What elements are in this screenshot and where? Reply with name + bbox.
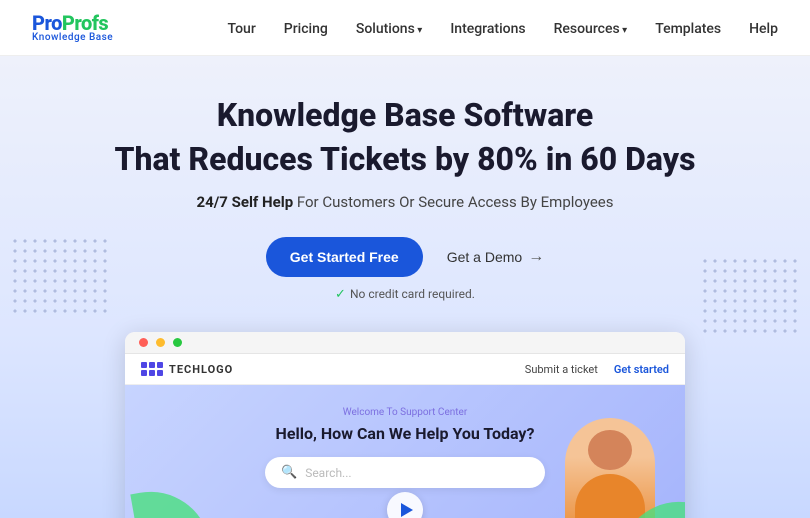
play-icon: [401, 503, 413, 517]
nav-item-tour[interactable]: Tour: [228, 18, 256, 37]
nav-link-templates[interactable]: Templates: [655, 21, 721, 37]
dots-decoration-right: [700, 256, 800, 336]
logo-text: ProProfs: [32, 13, 113, 33]
cta-row: Get Started Free Get a Demo →: [20, 237, 790, 277]
person-body: [575, 474, 645, 518]
no-cc-notice: ✓ No credit card required.: [20, 287, 790, 302]
kb-search-icon: 🔍: [281, 465, 297, 480]
kb-logo-dot: [149, 370, 155, 376]
hero-subtext-bold: 24/7 Self Help: [197, 193, 294, 211]
arrow-icon: →: [528, 248, 544, 266]
hero-headline-2: That Reduces Tickets by 80% in 60 Days: [20, 140, 790, 178]
nav-link-pricing[interactable]: Pricing: [284, 21, 328, 37]
nav-link-tour[interactable]: Tour: [228, 21, 256, 37]
nav-links: Tour Pricing Solutions Integrations Reso…: [228, 18, 778, 37]
nav-item-help[interactable]: Help: [749, 18, 778, 37]
nav-item-solutions[interactable]: Solutions: [356, 18, 422, 37]
person-figure: [565, 418, 655, 518]
leaf-decoration-left: [130, 482, 209, 518]
kb-header: TECHLOGO Submit a ticket Get started: [125, 354, 685, 385]
browser-bar: [125, 332, 685, 354]
logo-sub: Knowledge Base: [32, 33, 113, 43]
demo-label: Get a Demo: [447, 249, 522, 265]
browser-dot-yellow: [156, 338, 165, 347]
dots-decoration-left: [10, 236, 110, 316]
kb-welcome-text: Welcome To Support Center: [343, 407, 467, 418]
nav-link-solutions[interactable]: Solutions: [356, 21, 422, 37]
check-icon: ✓: [335, 287, 346, 302]
kb-search-bar[interactable]: 🔍 Search...: [265, 457, 545, 488]
hero-section: Knowledge Base Software That Reduces Tic…: [0, 56, 810, 518]
browser-mockup: TECHLOGO Submit a ticket Get started Wel…: [125, 332, 685, 518]
kb-logo-area: TECHLOGO: [141, 362, 233, 376]
kb-search-placeholder: Search...: [305, 466, 351, 480]
play-button[interactable]: [387, 492, 423, 518]
hero-subtext: 24/7 Self Help For Customers Or Secure A…: [20, 193, 790, 211]
hero-headline-1: Knowledge Base Software: [20, 96, 790, 134]
browser-dot-green: [173, 338, 182, 347]
nav-link-integrations[interactable]: Integrations: [450, 21, 525, 37]
no-cc-text: No credit card required.: [350, 287, 475, 301]
kb-logo-dot: [149, 362, 155, 368]
nav-link-resources[interactable]: Resources: [554, 21, 628, 37]
nav-item-templates[interactable]: Templates: [655, 18, 721, 37]
browser-dot-red: [139, 338, 148, 347]
logo[interactable]: ProProfs Knowledge Base: [32, 13, 113, 43]
kb-logo-dot: [141, 370, 147, 376]
browser-body: TECHLOGO Submit a ticket Get started Wel…: [125, 354, 685, 518]
kb-logo-dot: [157, 370, 163, 376]
kb-logo-dots: [141, 362, 163, 376]
kb-submit-ticket[interactable]: Submit a ticket: [525, 363, 598, 376]
get-started-button[interactable]: Get Started Free: [266, 237, 423, 277]
navbar: ProProfs Knowledge Base Tour Pricing Sol…: [0, 0, 810, 56]
nav-link-help[interactable]: Help: [749, 21, 778, 37]
kb-get-started[interactable]: Get started: [614, 363, 669, 376]
kb-logo-dot: [141, 362, 147, 368]
hero-subtext-rest: For Customers Or Secure Access By Employ…: [293, 193, 613, 211]
kb-header-right: Submit a ticket Get started: [525, 363, 669, 376]
kb-question-text: Hello, How Can We Help You Today?: [276, 424, 535, 443]
nav-item-integrations[interactable]: Integrations: [450, 18, 525, 37]
nav-item-pricing[interactable]: Pricing: [284, 18, 328, 37]
kb-logo-text: TECHLOGO: [169, 363, 233, 376]
person-head: [588, 430, 632, 470]
kb-logo-dot: [157, 362, 163, 368]
kb-hero-area: Welcome To Support Center Hello, How Can…: [125, 385, 685, 518]
get-demo-button[interactable]: Get a Demo →: [447, 248, 544, 266]
nav-item-resources[interactable]: Resources: [554, 18, 628, 37]
